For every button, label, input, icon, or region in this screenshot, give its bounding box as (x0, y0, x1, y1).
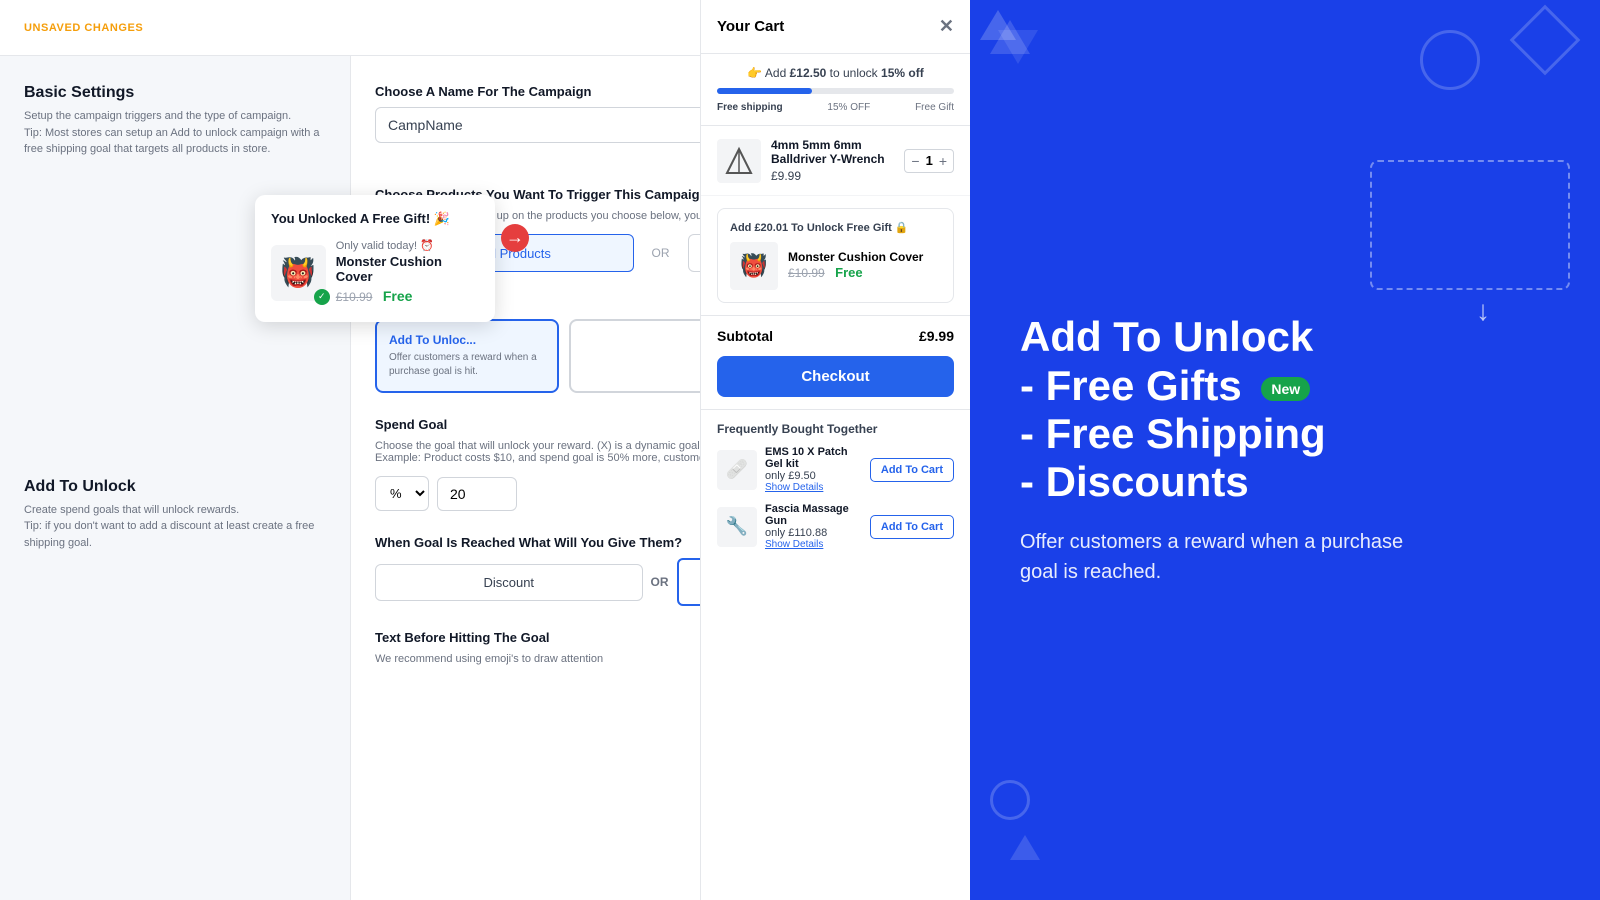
unsaved-changes-label: UNSAVED CHANGES (24, 22, 143, 34)
popup-item: 👹 ✓ Only valid today! ⏰ Monster Cushion … (271, 239, 479, 306)
popup-check-icon: ✓ (314, 289, 330, 305)
popup-item-info: Only valid today! ⏰ Monster Cushion Cove… (336, 239, 479, 306)
reward-or-divider: OR (651, 575, 669, 589)
card-desc-0: Offer customers a reward when a purchase… (389, 351, 545, 379)
cart-subtotal: Subtotal £9.99 (701, 315, 970, 356)
fbt-title: Frequently Bought Together (717, 422, 954, 436)
progress-step-3: Free Gift (915, 102, 954, 113)
qty-decrease-button[interactable]: − (911, 153, 919, 169)
cart-title: Your Cart (717, 18, 784, 35)
free-gift-image: 👹 (730, 242, 778, 290)
fbt-item-1-details[interactable]: Show Details (765, 539, 862, 550)
cart-item: 4mm 5mm 6mm Balldriver Y-Wrench £9.99 − … (701, 126, 970, 196)
fbt-item-0: 🩹 EMS 10 X Patch Gel kit only £9.50 Show… (717, 446, 954, 493)
free-gift-item: 👹 Monster Cushion Cover £10.99 Free (730, 242, 941, 290)
cart-item-info: 4mm 5mm 6mm Balldriver Y-Wrench £9.99 (771, 138, 894, 183)
free-gift-name: Monster Cushion Cover (788, 250, 923, 264)
qty-increase-button[interactable]: + (939, 153, 947, 169)
fbt-item-1-add-button[interactable]: Add To Cart (870, 515, 954, 539)
progress-text: 👉 Add £12.50 to unlock 15% off (717, 66, 954, 80)
fbt-item-0-details[interactable]: Show Details (765, 482, 862, 493)
add-to-unlock-title: Add To Unlock (24, 478, 326, 496)
qty-value: 1 (926, 153, 933, 168)
marketing-line4: - Discounts (1020, 458, 1560, 506)
cart-close-button[interactable]: ✕ (939, 16, 954, 37)
marketing-line3: - Free Shipping (1020, 410, 1560, 458)
fbt-item-1-image: 🔧 (717, 507, 757, 547)
cart-item-image (717, 139, 761, 183)
free-gift-original-price: £10.99 (788, 266, 825, 280)
popup-prices: £10.99 Free (336, 288, 479, 306)
fbt-item-0-image: 🩹 (717, 450, 757, 490)
discount-button[interactable]: Discount (375, 564, 643, 601)
popup-original-price: £10.99 (336, 290, 373, 304)
fbt-item-1-name: Fascia Massage Gun (765, 503, 862, 527)
fbt-item-0-info: EMS 10 X Patch Gel kit only £9.50 Show D… (765, 446, 862, 493)
progress-bar-fill (717, 88, 812, 94)
or-divider: OR (644, 234, 678, 272)
progress-amount: £12.50 (790, 66, 827, 80)
marketing-panel: ↓ Add To Unlock - Free Gifts New - Free … (970, 0, 1600, 900)
fbt-item-0-name: EMS 10 X Patch Gel kit (765, 446, 862, 470)
cart-qty-control[interactable]: − 1 + (904, 149, 954, 173)
card-title-0: Add To Unloc... (389, 333, 545, 347)
cart-panel: Your Cart ✕ 👉 Add £12.50 to unlock 15% o… (700, 0, 970, 900)
popup-free-price: Free (383, 288, 413, 304)
percent-select[interactable]: % (375, 476, 429, 511)
popup-valid-text: Only valid today! ⏰ (336, 239, 479, 252)
add-to-unlock-desc: Create spend goals that will unlock rewa… (24, 502, 326, 552)
free-gift-popup: You Unlocked A Free Gift! 🎉 👹 ✓ Only val… (255, 195, 495, 322)
fbt-section: Frequently Bought Together 🩹 EMS 10 X Pa… (701, 409, 970, 572)
fbt-item-0-add-button[interactable]: Add To Cart (870, 458, 954, 482)
popup-item-image: 👹 ✓ (271, 245, 326, 301)
free-gift-info: Monster Cushion Cover £10.99 Free (788, 250, 923, 282)
progress-step-1: Free shipping (717, 102, 783, 113)
fbt-item-0-price: only £9.50 (765, 470, 862, 482)
new-badge: New (1261, 377, 1310, 401)
campaign-card-add-to-unlock[interactable]: Add To Unloc... Offer customers a reward… (375, 319, 559, 393)
subtotal-label: Subtotal (717, 328, 773, 344)
checkout-button[interactable]: Checkout (717, 356, 954, 397)
progress-steps: Free shipping 15% OFF Free Gift (717, 102, 954, 113)
progress-step-2: 15% OFF (827, 102, 870, 113)
marketing-subtitle: Offer customers a reward when a purchase… (1020, 527, 1420, 587)
cart-item-price: £9.99 (771, 169, 894, 183)
fbt-item-1-info: Fascia Massage Gun only £110.88 Show Det… (765, 503, 862, 550)
cart-item-name: 4mm 5mm 6mm Balldriver Y-Wrench (771, 138, 894, 166)
fbt-item-1: 🔧 Fascia Massage Gun only £110.88 Show D… (717, 503, 954, 550)
basic-settings-title: Basic Settings (24, 84, 326, 102)
progress-bar-track (717, 88, 954, 94)
marketing-heading: Add To Unlock - Free Gifts New - Free Sh… (1020, 313, 1560, 506)
progress-percent: 15% off (881, 66, 924, 80)
dashed-preview-box (1370, 160, 1570, 290)
free-gift-box-title: Add £20.01 To Unlock Free Gift 🔒 (730, 221, 941, 234)
free-gift-prices: £10.99 Free (788, 264, 923, 282)
free-gift-box: Add £20.01 To Unlock Free Gift 🔒 👹 Monst… (717, 208, 954, 303)
free-gift-sale-price: Free (835, 265, 862, 280)
popup-header: You Unlocked A Free Gift! 🎉 (271, 211, 479, 227)
subtotal-value: £9.99 (919, 328, 954, 344)
spend-value-input[interactable] (437, 477, 517, 511)
popup-item-name: Monster Cushion Cover (336, 254, 479, 284)
cart-progress-area: 👉 Add £12.50 to unlock 15% off Free ship… (701, 54, 970, 126)
marketing-line2: - Free Gifts New (1020, 362, 1560, 410)
basic-settings-desc: Setup the campaign triggers and the type… (24, 108, 326, 158)
fbt-item-1-price: only £110.88 (765, 527, 862, 539)
marketing-line1: Add To Unlock (1020, 313, 1560, 361)
